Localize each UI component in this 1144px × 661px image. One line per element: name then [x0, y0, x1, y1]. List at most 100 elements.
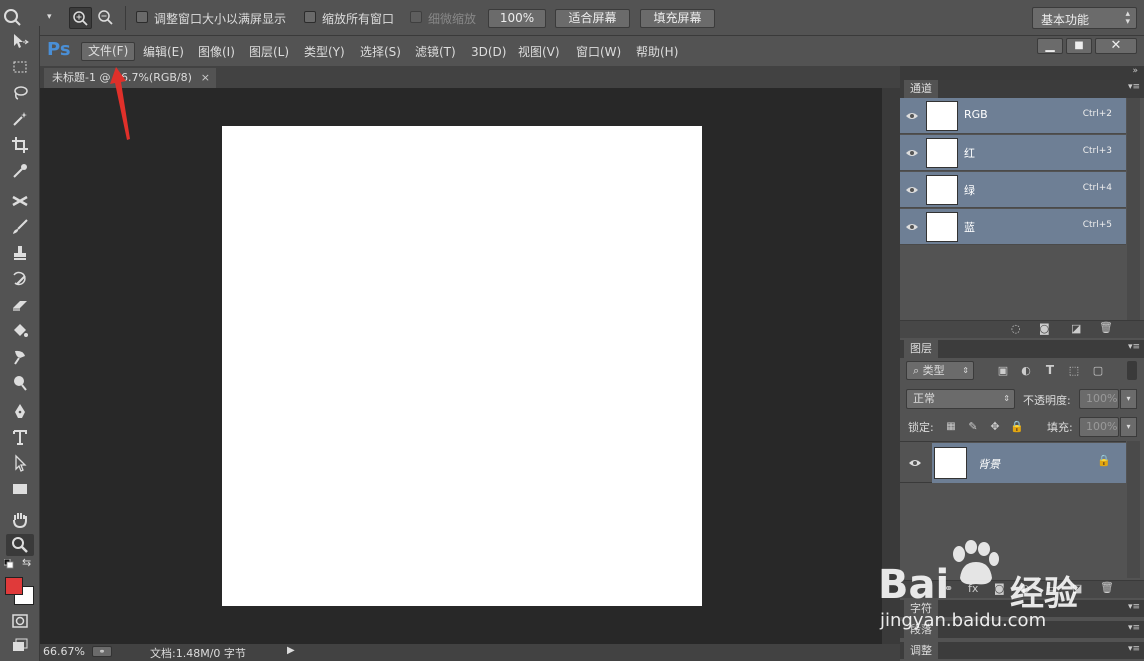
fit-screen-button[interactable]: 适合屏幕 [555, 9, 630, 28]
channel-row-green[interactable]: 绿 Ctrl+4 [900, 172, 1126, 208]
paint-bucket-tool-icon[interactable] [6, 320, 34, 342]
rectangle-tool-icon[interactable] [6, 478, 34, 500]
visibility-eye-icon[interactable] [908, 456, 922, 470]
swap-colors-icon[interactable]: ⇆ [22, 557, 31, 568]
fill-screen-button[interactable]: 填充屏幕 [640, 9, 715, 28]
panel-menu-icon[interactable]: ▾≡ [1128, 644, 1140, 654]
screen-mode-icon[interactable] [6, 634, 34, 656]
marquee-tool-icon[interactable] [6, 56, 34, 78]
foreground-color-swatch[interactable] [5, 577, 23, 595]
pixel-filter-icon[interactable]: ▣ [996, 364, 1010, 377]
workspace-select[interactable]: 基本功能 ▴ ▾ [1032, 7, 1137, 29]
type-tool-icon[interactable] [6, 426, 34, 448]
menu-file[interactable]: 文件(F) [81, 42, 136, 61]
save-selection-icon[interactable]: ◙ [1039, 322, 1050, 335]
channel-row-rgb[interactable]: RGB Ctrl+2 [900, 98, 1126, 134]
divider [125, 6, 126, 30]
lock-transparency-icon[interactable]: ▦ [944, 420, 958, 432]
zoom-out-icon[interactable] [95, 7, 117, 29]
maximize-button[interactable]: ■ [1066, 38, 1092, 54]
pen-tool-icon[interactable] [6, 400, 34, 422]
filter-toggle[interactable] [1127, 361, 1137, 380]
status-bar: 66.67% ⚭ 文档:1.48M/0 字节 ▶ [40, 644, 900, 661]
magic-wand-tool-icon[interactable] [6, 108, 34, 130]
clone-stamp-tool-icon[interactable] [6, 242, 34, 264]
visibility-eye-icon[interactable] [905, 183, 919, 197]
opacity-dropdown-icon[interactable]: ▾ [1120, 389, 1137, 409]
type-filter-icon[interactable]: T [1043, 363, 1057, 377]
visibility-eye-icon[interactable] [905, 109, 919, 123]
channel-row-blue[interactable]: 蓝 Ctrl+5 [900, 209, 1126, 245]
shape-filter-icon[interactable]: ⬚ [1067, 364, 1081, 377]
smudge-tool-icon[interactable] [6, 346, 34, 368]
close-tab-icon[interactable]: × [201, 68, 210, 88]
path-selection-tool-icon[interactable] [6, 452, 34, 474]
panel-menu-icon[interactable]: ▾≡ [1128, 342, 1140, 352]
document-canvas[interactable] [222, 126, 702, 606]
layer-filter-select[interactable]: ⌕ 类型 ⇕ [906, 361, 974, 380]
adjustments-tab[interactable]: 调整 [904, 642, 938, 659]
layers-tab[interactable]: 图层 [904, 340, 938, 358]
default-colors-icon[interactable] [3, 558, 14, 569]
close-window-button[interactable]: ✕ [1095, 38, 1137, 54]
channels-scrollbar[interactable] [1127, 98, 1140, 320]
zoom-all-windows-checkbox[interactable] [304, 11, 316, 23]
menu-view[interactable]: 视图(V) [518, 42, 560, 62]
crop-tool-icon[interactable] [6, 134, 34, 156]
menu-filter[interactable]: 滤镜(T) [415, 42, 456, 62]
fill-input[interactable]: 100% [1079, 417, 1119, 437]
hand-tool-icon[interactable] [6, 508, 34, 530]
preset-dropdown-icon[interactable]: ▾ [47, 12, 52, 22]
lock-position-icon[interactable]: ✥ [988, 420, 1002, 433]
zoom-100-button[interactable]: 100% [488, 9, 546, 28]
fill-dropdown-icon[interactable]: ▾ [1120, 417, 1137, 437]
resize-windows-checkbox[interactable] [136, 11, 148, 23]
quick-mask-icon[interactable] [6, 610, 34, 632]
minimize-button[interactable]: ▁ [1037, 38, 1063, 54]
menu-image[interactable]: 图像(I) [198, 42, 235, 62]
move-tool-icon[interactable] [6, 30, 34, 52]
visibility-eye-icon[interactable] [905, 146, 919, 160]
menu-select[interactable]: 选择(S) [360, 42, 401, 62]
channels-tab[interactable]: 通道 [904, 80, 938, 98]
collapse-dock-icon[interactable]: » [1132, 66, 1138, 76]
eraser-tool-icon[interactable] [6, 294, 34, 316]
zoom-in-icon[interactable] [69, 7, 92, 29]
document-info: 文档:1.48M/0 字节 [150, 647, 246, 660]
menu-3d[interactable]: 3D(D) [471, 42, 506, 62]
status-menu-arrow-icon[interactable]: ▶ [287, 645, 295, 656]
layer-row-background[interactable]: 背景 🔒 [900, 441, 1126, 483]
eyedropper-tool-icon[interactable] [6, 160, 34, 182]
zoom-level[interactable]: 66.67% [43, 645, 85, 658]
channel-shortcut: Ctrl+2 [1082, 109, 1112, 119]
menu-edit[interactable]: 编辑(E) [143, 42, 184, 62]
dodge-tool-icon[interactable] [6, 372, 34, 394]
adjustments-panel-header[interactable]: 调整 ▾≡ [900, 642, 1144, 659]
menu-help[interactable]: 帮助(H) [636, 42, 678, 62]
delete-channel-icon[interactable]: 🗑 [1099, 321, 1113, 334]
menu-layer[interactable]: 图层(L) [249, 42, 289, 62]
channel-shortcut: Ctrl+4 [1082, 183, 1112, 193]
smart-object-filter-icon[interactable]: ▢ [1091, 364, 1105, 377]
panel-menu-icon[interactable]: ▾≡ [1128, 82, 1140, 92]
lock-image-pixels-icon[interactable]: ✎ [966, 420, 980, 433]
status-toggle-icon[interactable]: ⚭ [92, 646, 112, 657]
zoom-tool-icon[interactable] [6, 534, 34, 556]
adjustment-filter-icon[interactable]: ◐ [1019, 364, 1033, 377]
channel-row-red[interactable]: 红 Ctrl+3 [900, 135, 1126, 171]
healing-brush-tool-icon[interactable] [6, 190, 34, 212]
blend-mode-select[interactable]: 正常 ⇕ [906, 389, 1015, 409]
lasso-tool-icon[interactable] [6, 82, 34, 104]
lock-all-icon[interactable]: 🔒 [1010, 420, 1024, 433]
zoom-all-windows-label: 缩放所有窗口 [322, 12, 395, 26]
menu-window[interactable]: 窗口(W) [576, 42, 621, 62]
new-channel-icon[interactable]: ◪ [1071, 322, 1081, 335]
menu-type[interactable]: 类型(Y) [304, 42, 345, 62]
history-brush-tool-icon[interactable] [6, 268, 34, 290]
brush-tool-icon[interactable] [6, 216, 34, 238]
layer-name: 背景 [978, 458, 1000, 471]
scrubby-zoom-checkbox[interactable] [410, 11, 422, 23]
opacity-input[interactable]: 100% [1079, 389, 1119, 409]
load-selection-icon[interactable]: ◌ [1011, 322, 1021, 335]
visibility-eye-icon[interactable] [905, 220, 919, 234]
